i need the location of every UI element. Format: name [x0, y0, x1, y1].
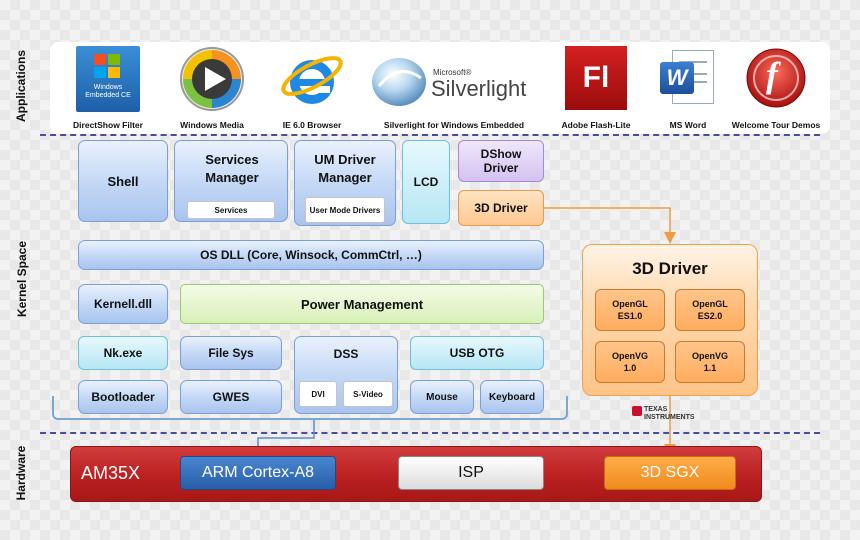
- app-label: Silverlight for Windows Embedded: [383, 120, 525, 130]
- keyboard-box[interactable]: Keyboard: [480, 380, 544, 414]
- shell-label: Shell: [107, 173, 139, 189]
- user-mode-drivers-box[interactable]: User Mode Drivers: [305, 197, 385, 223]
- flash-lite-glyph: Fl: [582, 61, 610, 94]
- svideo-label: S-Video: [353, 389, 383, 399]
- ms-word-icon: W: [658, 46, 718, 110]
- dvi-label: DVI: [311, 389, 325, 399]
- dvi-box[interactable]: DVI: [299, 381, 337, 407]
- hardware-section-label: Hardware: [14, 445, 28, 501]
- isp-label: ISP: [458, 464, 484, 481]
- usb-otg-label: USB OTG: [449, 346, 505, 360]
- dss-box[interactable]: DSS DVI S-Video: [294, 336, 398, 414]
- power-management-bar[interactable]: Power Management: [180, 284, 544, 324]
- kernel-space-section-label: Kernel Space: [15, 240, 29, 318]
- chip-label: AM35X: [81, 463, 141, 483]
- 3d-driver-connector: [544, 207, 676, 244]
- nk-exe-label: Nk.exe: [103, 346, 143, 360]
- um-driver-manager-label: UM Driver Manager: [314, 152, 376, 185]
- keyboard-label: Keyboard: [488, 391, 536, 403]
- api-name: OpenGL: [692, 299, 728, 309]
- user-mode-drivers-label: User Mode Drivers: [309, 205, 381, 215]
- 3d-driver-title: 3D Driver: [632, 259, 708, 278]
- os-dll-label: OS DLL (Core, Winsock, CommCtrl, …): [200, 248, 422, 262]
- app-directshow-filter[interactable]: Windows Embedded CE DirectShow Filter: [48, 42, 168, 134]
- isp-block[interactable]: ISP: [398, 456, 544, 490]
- openvg-10-box[interactable]: OpenVG 1.0: [595, 341, 665, 383]
- mouse-label: Mouse: [426, 391, 458, 403]
- dshow-driver-box[interactable]: DShow Driver: [458, 140, 544, 182]
- bootloader-box[interactable]: Bootloader: [78, 380, 168, 414]
- 3d-sgx-block[interactable]: 3D SGX: [604, 456, 736, 490]
- kernel-dll-box[interactable]: Kernell.dll: [78, 284, 168, 324]
- internet-explorer-icon: [277, 46, 347, 114]
- shell-box[interactable]: Shell: [78, 140, 168, 222]
- svideo-box[interactable]: S-Video: [343, 381, 393, 407]
- opengl-es2-box[interactable]: OpenGL ES2.0: [675, 289, 745, 331]
- power-management-label: Power Management: [300, 296, 424, 312]
- api-version: 1.1: [703, 363, 717, 373]
- applications-section-label: Applications: [14, 49, 28, 122]
- services-box[interactable]: Services: [187, 201, 275, 219]
- api-version: 1.0: [623, 363, 637, 373]
- 3d-driver-panel: 3D Driver OpenGL ES1.0 OpenGL ES2.0 OpenVG…: [582, 244, 758, 396]
- services-label: Services: [214, 205, 248, 215]
- flash-player-glyph: f: [766, 55, 778, 95]
- api-version: ES1.0: [617, 311, 643, 321]
- dshow-driver-label: DShow Driver: [480, 147, 522, 175]
- api-name: OpenVG: [691, 351, 728, 361]
- usb-otg-box[interactable]: USB OTG: [410, 336, 544, 370]
- kernel-dll-label: Kernell.dll: [93, 297, 152, 311]
- api-name: OpenVG: [611, 351, 648, 361]
- app-label: DirectShow Filter: [73, 120, 143, 130]
- api-version: ES2.0: [697, 311, 723, 321]
- 3d-sgx-label: 3D SGX: [640, 464, 700, 481]
- 3d-driver-small-label: 3D Driver: [474, 201, 528, 215]
- nk-exe-box[interactable]: Nk.exe: [78, 336, 168, 370]
- um-driver-manager-box[interactable]: UM Driver Manager User Mode Drivers: [294, 140, 396, 226]
- mouse-box[interactable]: Mouse: [410, 380, 474, 414]
- silverlight-brand-big: Silverlight: [431, 76, 527, 101]
- applications-divider: [40, 134, 820, 136]
- ms-word-glyph: W: [666, 65, 688, 90]
- 3d-driver-small-box[interactable]: 3D Driver: [458, 190, 544, 226]
- api-name: OpenGL: [612, 299, 648, 309]
- app-ie-browser[interactable]: IE 6.0 Browser: [252, 42, 372, 134]
- app-welcome-tour[interactable]: f Welcome Tour Demos: [716, 42, 836, 134]
- ti-line2: Instruments: [644, 414, 695, 421]
- silverlight-icon: Microsoft® Silverlight: [369, 46, 539, 114]
- ti-line1: Texas: [644, 406, 668, 413]
- openvg-11-box[interactable]: OpenVG 1.1: [675, 341, 745, 383]
- applications-strip: Windows Embedded CE DirectShow Filter Wi…: [50, 42, 830, 134]
- gwes-box[interactable]: GWES: [180, 380, 282, 414]
- file-sys-label: File Sys: [208, 346, 254, 360]
- opengl-es1-box[interactable]: OpenGL ES1.0: [595, 289, 665, 331]
- flash-lite-icon: Fl: [565, 46, 627, 110]
- windows-media-player-icon: [179, 46, 245, 112]
- file-sys-box[interactable]: File Sys: [180, 336, 282, 370]
- windows-embedded-ce-icon: Windows Embedded CE: [76, 46, 140, 112]
- app-silverlight[interactable]: Microsoft® Silverlight Silverlight for W…: [364, 42, 544, 134]
- app-label: IE 6.0 Browser: [282, 120, 342, 130]
- hardware-divider: [40, 432, 820, 434]
- arm-cortex-a8-label: ARM Cortex-A8: [201, 464, 315, 481]
- app-label: Welcome Tour Demos: [731, 120, 821, 130]
- ti-icon: [632, 406, 642, 416]
- arm-cortex-a8-block[interactable]: ARM Cortex-A8: [180, 456, 336, 490]
- services-manager-box[interactable]: Services Manager Services: [174, 140, 288, 222]
- services-manager-label: Services Manager: [205, 152, 259, 185]
- bootloader-label: Bootloader: [91, 390, 155, 404]
- os-dll-bar[interactable]: OS DLL (Core, Winsock, CommCtrl, …): [78, 240, 544, 270]
- gwes-label: GWES: [212, 390, 250, 404]
- flash-player-icon: f: [744, 46, 808, 110]
- windows-embedded-caption: Windows Embedded CE: [85, 84, 131, 99]
- lcd-box[interactable]: LCD: [402, 140, 450, 224]
- dss-label: DSS: [333, 347, 359, 361]
- lcd-label: LCD: [413, 175, 439, 189]
